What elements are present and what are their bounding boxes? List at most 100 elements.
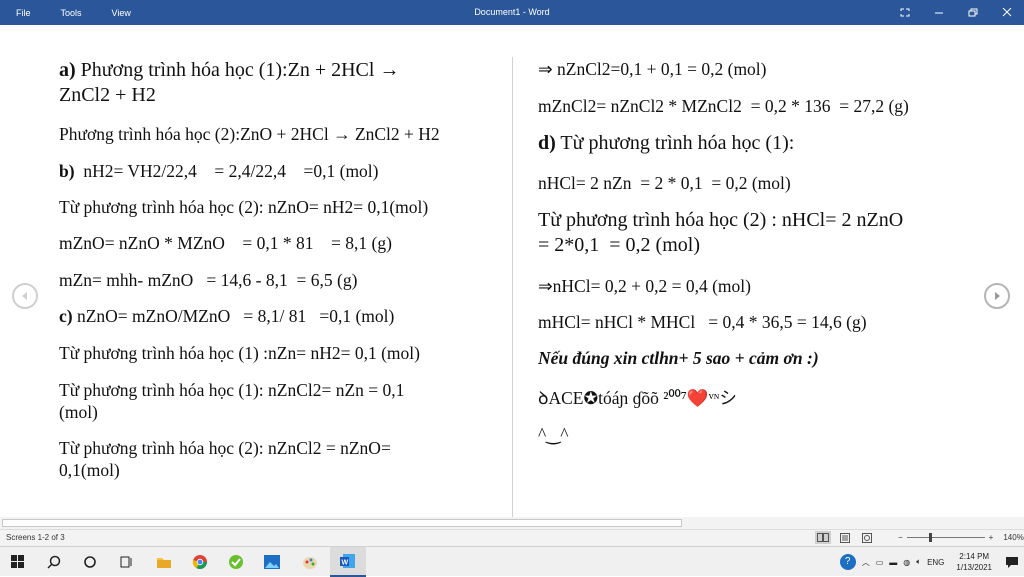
window-controls [888, 0, 1024, 25]
read-mode-button[interactable] [815, 531, 831, 544]
word-taskbar-button[interactable]: W [330, 547, 366, 577]
text-line: mZnCl2= nZnCl2 * MZnCl2 = 0,2 * 136 = 27… [538, 96, 909, 116]
windows-icon [11, 555, 24, 568]
cortana-icon [84, 556, 96, 568]
photos-button[interactable] [254, 547, 290, 577]
restore-button[interactable] [956, 0, 990, 25]
text-line: ZnCl2 + H2 [59, 84, 156, 106]
minimize-button[interactable] [922, 0, 956, 25]
line-text: Phương trình hóa học (1):Zn + 2HCl → [75, 59, 400, 81]
zoom-control: − + 140% [898, 533, 1024, 542]
search-icon [47, 555, 61, 569]
text-line: Từ phương trình hóa học (1): nZnCl2= nZn… [59, 380, 405, 400]
meet-now-icon[interactable]: ▭ [876, 558, 884, 567]
text-line: b) nH2= VH2/22,4 = 2,4/22,4 =0,1 (mol) [59, 160, 379, 182]
clock-date: 1/13/2021 [956, 563, 992, 572]
text-line: nHCl= 2 nZn = 2 * 0,1 = 0,2 (mol) [538, 173, 791, 193]
paint-button[interactable] [292, 547, 328, 577]
line-text: nH2= VH2/22,4 = 2,4/22,4 =0,1 (mol) [74, 161, 379, 181]
notifications-button[interactable] [1000, 556, 1024, 568]
start-button[interactable] [0, 547, 36, 577]
cortana-button[interactable] [72, 547, 108, 577]
close-icon [1002, 8, 1012, 17]
zoom-out-button[interactable]: − [898, 533, 903, 542]
emoticon-text: ^‿^ [538, 424, 569, 444]
system-tray: ? ︿ ▭ ▬ ◍ 🔈︎ ENG 2:14 PM 1/13/2021 [839, 547, 1024, 577]
section-label-b: b) [59, 161, 75, 181]
volume-icon[interactable]: 🔈︎ [916, 557, 921, 567]
next-screen-button[interactable] [984, 283, 1010, 309]
menu-tools[interactable]: Tools [61, 8, 82, 18]
horizontal-scrollbar[interactable] [0, 517, 1024, 529]
chevron-up-icon[interactable]: ︿ [862, 557, 870, 568]
text-line: mHCl= nHCl * MHCl = 0,4 * 36,5 = 14,6 (g… [538, 312, 867, 332]
text-line: ⇒nHCl= 0,2 + 0,2 = 0,4 (mol) [538, 276, 751, 296]
chevron-right-icon [995, 292, 1000, 300]
section-label-c: c) [59, 306, 73, 326]
column-divider [512, 57, 513, 523]
fullscreen-icon [900, 8, 910, 17]
task-view-icon [120, 556, 132, 568]
screens-indicator: Screens 1-2 of 3 [6, 533, 65, 542]
app-button-green[interactable] [218, 547, 254, 577]
print-layout-icon [840, 532, 850, 543]
search-button[interactable] [36, 547, 72, 577]
menu-bar: File Tools View [16, 0, 161, 25]
battery-icon[interactable]: ▬ [889, 558, 897, 567]
view-buttons [815, 531, 875, 544]
text-line: a) Phương trình hóa học (1):Zn + 2HCl → [59, 58, 399, 83]
text-line: c) nZnO= mZnO/MZnO = 8,1/ 81 =0,1 (mol) [59, 305, 394, 327]
line-text: nZnO= mZnO/MZnO = 8,1/ 81 =0,1 (mol) [72, 306, 395, 326]
chrome-icon [192, 555, 207, 569]
title-bar: File Tools View Document1 - Word [0, 0, 1024, 25]
zoom-in-button[interactable]: + [989, 533, 994, 542]
notifications-icon [1006, 556, 1018, 568]
folder-icon [157, 558, 171, 568]
section-label-d: d) [538, 132, 556, 154]
zoom-slider-thumb[interactable] [928, 533, 932, 542]
section-label-a: a) [59, 59, 76, 81]
minimize-icon [935, 12, 943, 14]
request-rating-text: Nếu đúng xin ctlhn+ 5 sao + cảm ơn :) [538, 348, 819, 368]
close-button[interactable] [990, 0, 1024, 25]
text-line: Từ phương trình hóa học (1) :nZn= nH2= 0… [59, 343, 420, 363]
menu-view[interactable]: View [112, 8, 131, 18]
print-layout-button[interactable] [837, 531, 853, 544]
file-explorer-button[interactable] [146, 547, 182, 577]
line-text: Từ phương trình hóa học (1): [555, 132, 795, 154]
text-line: d) Từ phương trình hóa học (1): [538, 131, 794, 156]
zoom-level[interactable]: 140% [1003, 533, 1023, 542]
chrome-button[interactable] [182, 547, 218, 577]
text-line: Từ phương trình hóa học (2): nZnCl2 = nZ… [59, 438, 391, 458]
text-line: Phương trình hóa học (2):ZnO + 2HCl → Zn… [59, 124, 440, 144]
restore-icon [968, 8, 978, 17]
text-line: mZn= mhh- mZnO = 14,6 - 8,1 = 6,5 (g) [59, 270, 358, 290]
network-icon[interactable]: ◍ [903, 558, 910, 567]
text-line: 0,1(mol) [59, 460, 120, 480]
word-icon: W [340, 554, 355, 568]
photos-icon [264, 555, 280, 569]
text-line: = 2*0,1 = 0,2 (mol) [538, 234, 700, 256]
text-line: Từ phương trình hóa học (2): nZnO= nH2= … [59, 197, 429, 217]
text-line: mZnO= nZnO * MZnO = 0,1 * 81 = 8,1 (g) [59, 233, 392, 253]
help-icon[interactable]: ? [839, 554, 856, 570]
svg-text:W: W [342, 560, 349, 567]
green-app-icon [229, 555, 243, 569]
status-bar: Screens 1-2 of 3 − + 140% [0, 529, 1024, 546]
web-layout-button[interactable] [859, 531, 875, 544]
paint-icon [303, 557, 317, 569]
language-indicator[interactable]: ENG [927, 558, 944, 567]
read-mode-icon [817, 533, 829, 542]
menu-file[interactable]: File [16, 8, 31, 18]
text-line: (mol) [59, 402, 98, 422]
task-view-button[interactable] [108, 547, 144, 577]
scrollbar-thumb[interactable] [2, 519, 682, 527]
taskbar: W ? ︿ ▭ ▬ ◍ 🔈︎ ENG 2:14 PM 1/13/2021 [0, 546, 1024, 577]
zoom-slider[interactable] [906, 533, 985, 542]
previous-screen-button[interactable] [12, 283, 38, 309]
web-layout-icon [862, 532, 872, 543]
document-page[interactable]: a) Phương trình hóa học (1):Zn + 2HCl → … [0, 25, 1024, 523]
text-line: Từ phương trình hóa học (2) : nHCl= 2 nZ… [538, 209, 904, 231]
fullscreen-button[interactable] [888, 0, 922, 25]
clock[interactable]: 2:14 PM 1/13/2021 [956, 551, 992, 573]
